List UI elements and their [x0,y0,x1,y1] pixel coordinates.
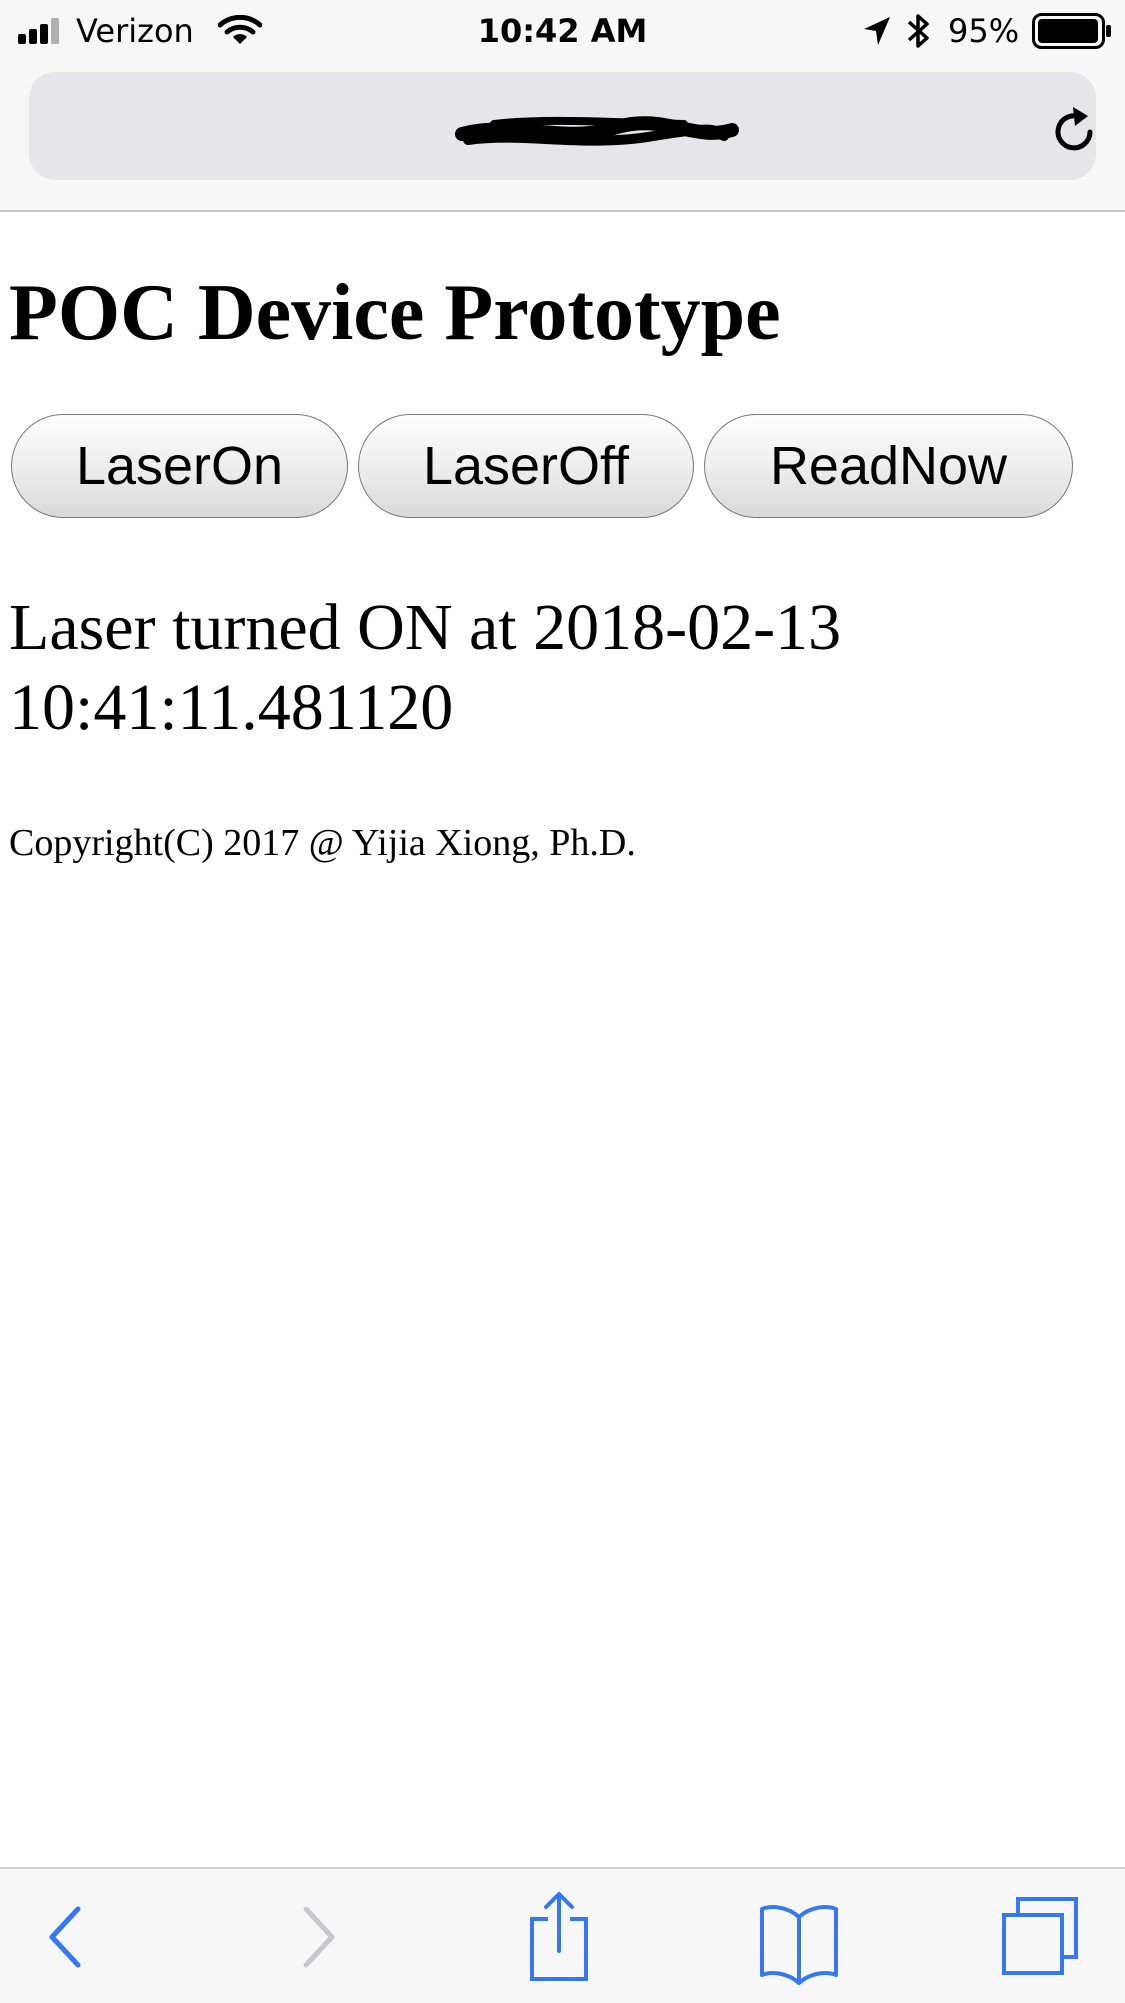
status-bar: Verizon 10:42 AM 95% [0,0,1125,62]
battery-icon [1032,13,1111,49]
laser-off-button[interactable]: LaserOff [358,414,694,518]
share-icon[interactable] [526,1889,592,1985]
copyright-notice: Copyright(C) 2017 @ Yijia Xiong, Ph.D. [9,822,636,864]
page-title: POC Device Prototype [9,269,781,357]
bookmarks-icon[interactable] [758,1889,840,1985]
location-arrow-icon [864,17,890,45]
browser-toolbar [0,1867,1125,2003]
tabs-icon[interactable] [1000,1889,1082,1985]
url-field[interactable] [29,72,1096,180]
redacted-url-scribble [455,116,739,146]
laser-on-button[interactable]: LaserOn [11,414,348,518]
forward-icon[interactable] [290,1889,346,1985]
battery-percentage: 95% [948,12,1020,50]
reload-icon[interactable] [1046,104,1102,160]
read-now-button[interactable]: ReadNow [704,414,1073,518]
laser-status-message: Laser turned ON at 2018-02-13 10:41:11.4… [9,591,842,744]
bluetooth-icon [907,14,929,48]
browser-address-bar [0,62,1125,212]
back-icon[interactable] [38,1889,94,1985]
